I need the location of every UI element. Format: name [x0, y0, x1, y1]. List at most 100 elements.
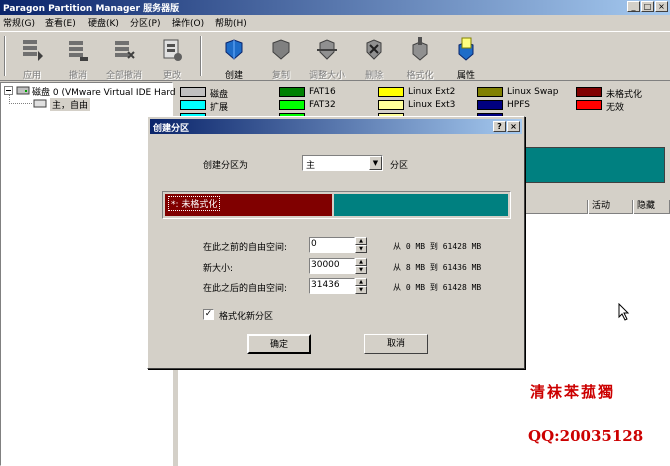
title-bar: Paragon Partition Manager 服务器版 _ □ ×: [0, 0, 670, 15]
free-before-label: 在此之前的自由空间:: [203, 243, 288, 253]
chevron-down-icon[interactable]: ▼: [369, 156, 382, 170]
watermark-qq: QQ:20035128: [528, 427, 644, 445]
undo-icon: [69, 41, 88, 61]
ok-button[interactable]: 确定: [247, 334, 311, 354]
properties-label: 属性: [456, 71, 475, 81]
spin-down-icon[interactable]: ▼: [355, 266, 367, 274]
spin-up-icon[interactable]: ▲: [355, 258, 367, 266]
menu-view[interactable]: 查看(E): [45, 16, 76, 29]
partition-type-value: 主: [306, 161, 316, 171]
tree-partition-label[interactable]: 主，自由: [50, 98, 91, 111]
free-space-segment[interactable]: [334, 194, 508, 216]
spin-up-icon[interactable]: ▲: [355, 237, 367, 245]
column-header-hidden[interactable]: 隐藏: [633, 200, 670, 214]
undo-label: 撤消: [68, 71, 87, 81]
dialog-close-button[interactable]: ×: [507, 121, 520, 132]
legend-label-swap: Linux Swap: [507, 87, 559, 97]
format-new-partition-checkbox[interactable]: ✓: [203, 309, 214, 320]
new-size-label: 新大小:: [203, 264, 234, 274]
column-header-active[interactable]: 活动: [588, 200, 633, 214]
new-partition-label: *: 未格式化: [168, 196, 221, 211]
partition-layout-bar[interactable]: *: 未格式化: [162, 191, 511, 219]
format-new-partition-label: 格式化新分区: [219, 312, 274, 322]
minimize-button[interactable]: _: [627, 1, 640, 12]
free-after-label: 在此之后的自由空间:: [203, 284, 288, 294]
menu-disk[interactable]: 硬盘(K): [88, 16, 119, 29]
apply-button[interactable]: 应用: [9, 35, 55, 81]
partition-list-header: 活动 隐藏: [515, 200, 670, 214]
legend-swatch-ext2: [378, 87, 404, 97]
create-icon: [225, 39, 243, 60]
menu-operation[interactable]: 操作(O): [172, 16, 204, 29]
legend-swatch-unformatted: [576, 87, 602, 97]
collapse-icon[interactable]: [4, 86, 13, 95]
legend-swatch-fat16: [279, 87, 305, 97]
legend-swatch-ext3: [378, 100, 404, 110]
column-header[interactable]: [515, 200, 588, 214]
free-after-input[interactable]: [311, 279, 351, 291]
create-label: 创建: [224, 71, 243, 81]
resize-label: 调整大小: [308, 71, 345, 81]
maximize-button[interactable]: □: [641, 1, 654, 12]
legend-swatch-invalid: [576, 100, 602, 110]
toolbar: 应用 撤消 全部撤消 更改 创建 复制 调整大小 删除 格式化 属性: [0, 31, 670, 81]
menu-help[interactable]: 帮助(H): [215, 16, 247, 29]
legend-swatch-hpfs: [477, 100, 503, 110]
partition-suffix-label: 分区: [390, 161, 409, 171]
toolbar-separator: [200, 36, 202, 76]
delete-label: 删除: [364, 71, 383, 81]
menu-bar: 常规(G) 查看(E) 硬盘(K) 分区(P) 操作(O) 帮助(H): [0, 15, 670, 30]
resize-button[interactable]: 调整大小: [304, 35, 350, 81]
undo-button[interactable]: 撤消: [55, 35, 101, 81]
copy-label: 复制: [271, 71, 290, 81]
undo-all-icon: [115, 41, 135, 59]
undo-all-label: 全部撤消: [105, 71, 142, 81]
dialog-help-button[interactable]: ?: [493, 121, 506, 132]
free-before-range: 从 0 MB 到 61428 MB: [393, 242, 482, 251]
format-icon: [412, 37, 428, 61]
properties-icon: [458, 37, 474, 61]
create-partition-dialog: 创建分区 ? × 创建分区为 主 ▼ 分区 *: 未格式化 在此之前的自由空间:…: [147, 116, 525, 369]
new-size-input[interactable]: [311, 259, 351, 271]
delete-button[interactable]: 删除: [351, 35, 397, 81]
legend-swatch-extended: [180, 100, 206, 110]
menu-general[interactable]: 常规(G): [3, 16, 35, 29]
properties-button[interactable]: 属性: [443, 35, 489, 81]
legend-label-extended: 扩展: [210, 103, 229, 113]
partition-type-select[interactable]: 主 ▼: [302, 155, 383, 171]
legend-swatch-fat32: [279, 100, 305, 110]
disk-map-bar[interactable]: [515, 147, 665, 183]
mouse-cursor-icon: [618, 303, 630, 321]
close-button[interactable]: ×: [655, 1, 668, 12]
copy-button[interactable]: 复制: [258, 35, 304, 81]
watermark-text: 清袜苯菰獨: [530, 383, 616, 401]
create-as-label: 创建分区为: [203, 161, 249, 171]
partition-icon: [33, 99, 47, 108]
tree-disk-label[interactable]: 磁盘 0 (VMware Virtual IDE Hard: [32, 85, 176, 98]
window-title: Paragon Partition Manager 服务器版: [3, 4, 180, 14]
menu-partition[interactable]: 分区(P): [130, 16, 160, 29]
spin-down-icon[interactable]: ▼: [355, 286, 367, 294]
legend-label-ext2: Linux Ext2: [408, 87, 456, 97]
spin-down-icon[interactable]: ▼: [355, 245, 367, 253]
apply-icon: [23, 40, 43, 61]
delete-icon: [366, 39, 382, 60]
change-label: 更改: [162, 71, 181, 81]
create-button[interactable]: 创建: [211, 35, 257, 81]
format-button[interactable]: 格式化: [397, 35, 443, 81]
apply-label: 应用: [22, 71, 41, 81]
change-button[interactable]: 更改: [149, 35, 195, 81]
legend-label-hpfs: HPFS: [507, 100, 530, 110]
legend-swatch-disk: [180, 87, 206, 97]
toolbar-separator: [4, 36, 6, 76]
change-icon: [163, 39, 182, 61]
cancel-button[interactable]: 取消: [364, 334, 428, 354]
legend-label-ext3: Linux Ext3: [408, 100, 456, 110]
legend-label-invalid: 无效: [606, 103, 625, 113]
spin-up-icon[interactable]: ▲: [355, 278, 367, 286]
free-before-input[interactable]: [311, 238, 351, 250]
legend-label-fat32: FAT32: [309, 100, 336, 110]
dialog-title-bar: 创建分区 ? ×: [150, 119, 522, 134]
new-partition-segment[interactable]: *: 未格式化: [165, 194, 332, 216]
undo-all-button[interactable]: 全部撤消: [101, 35, 147, 81]
